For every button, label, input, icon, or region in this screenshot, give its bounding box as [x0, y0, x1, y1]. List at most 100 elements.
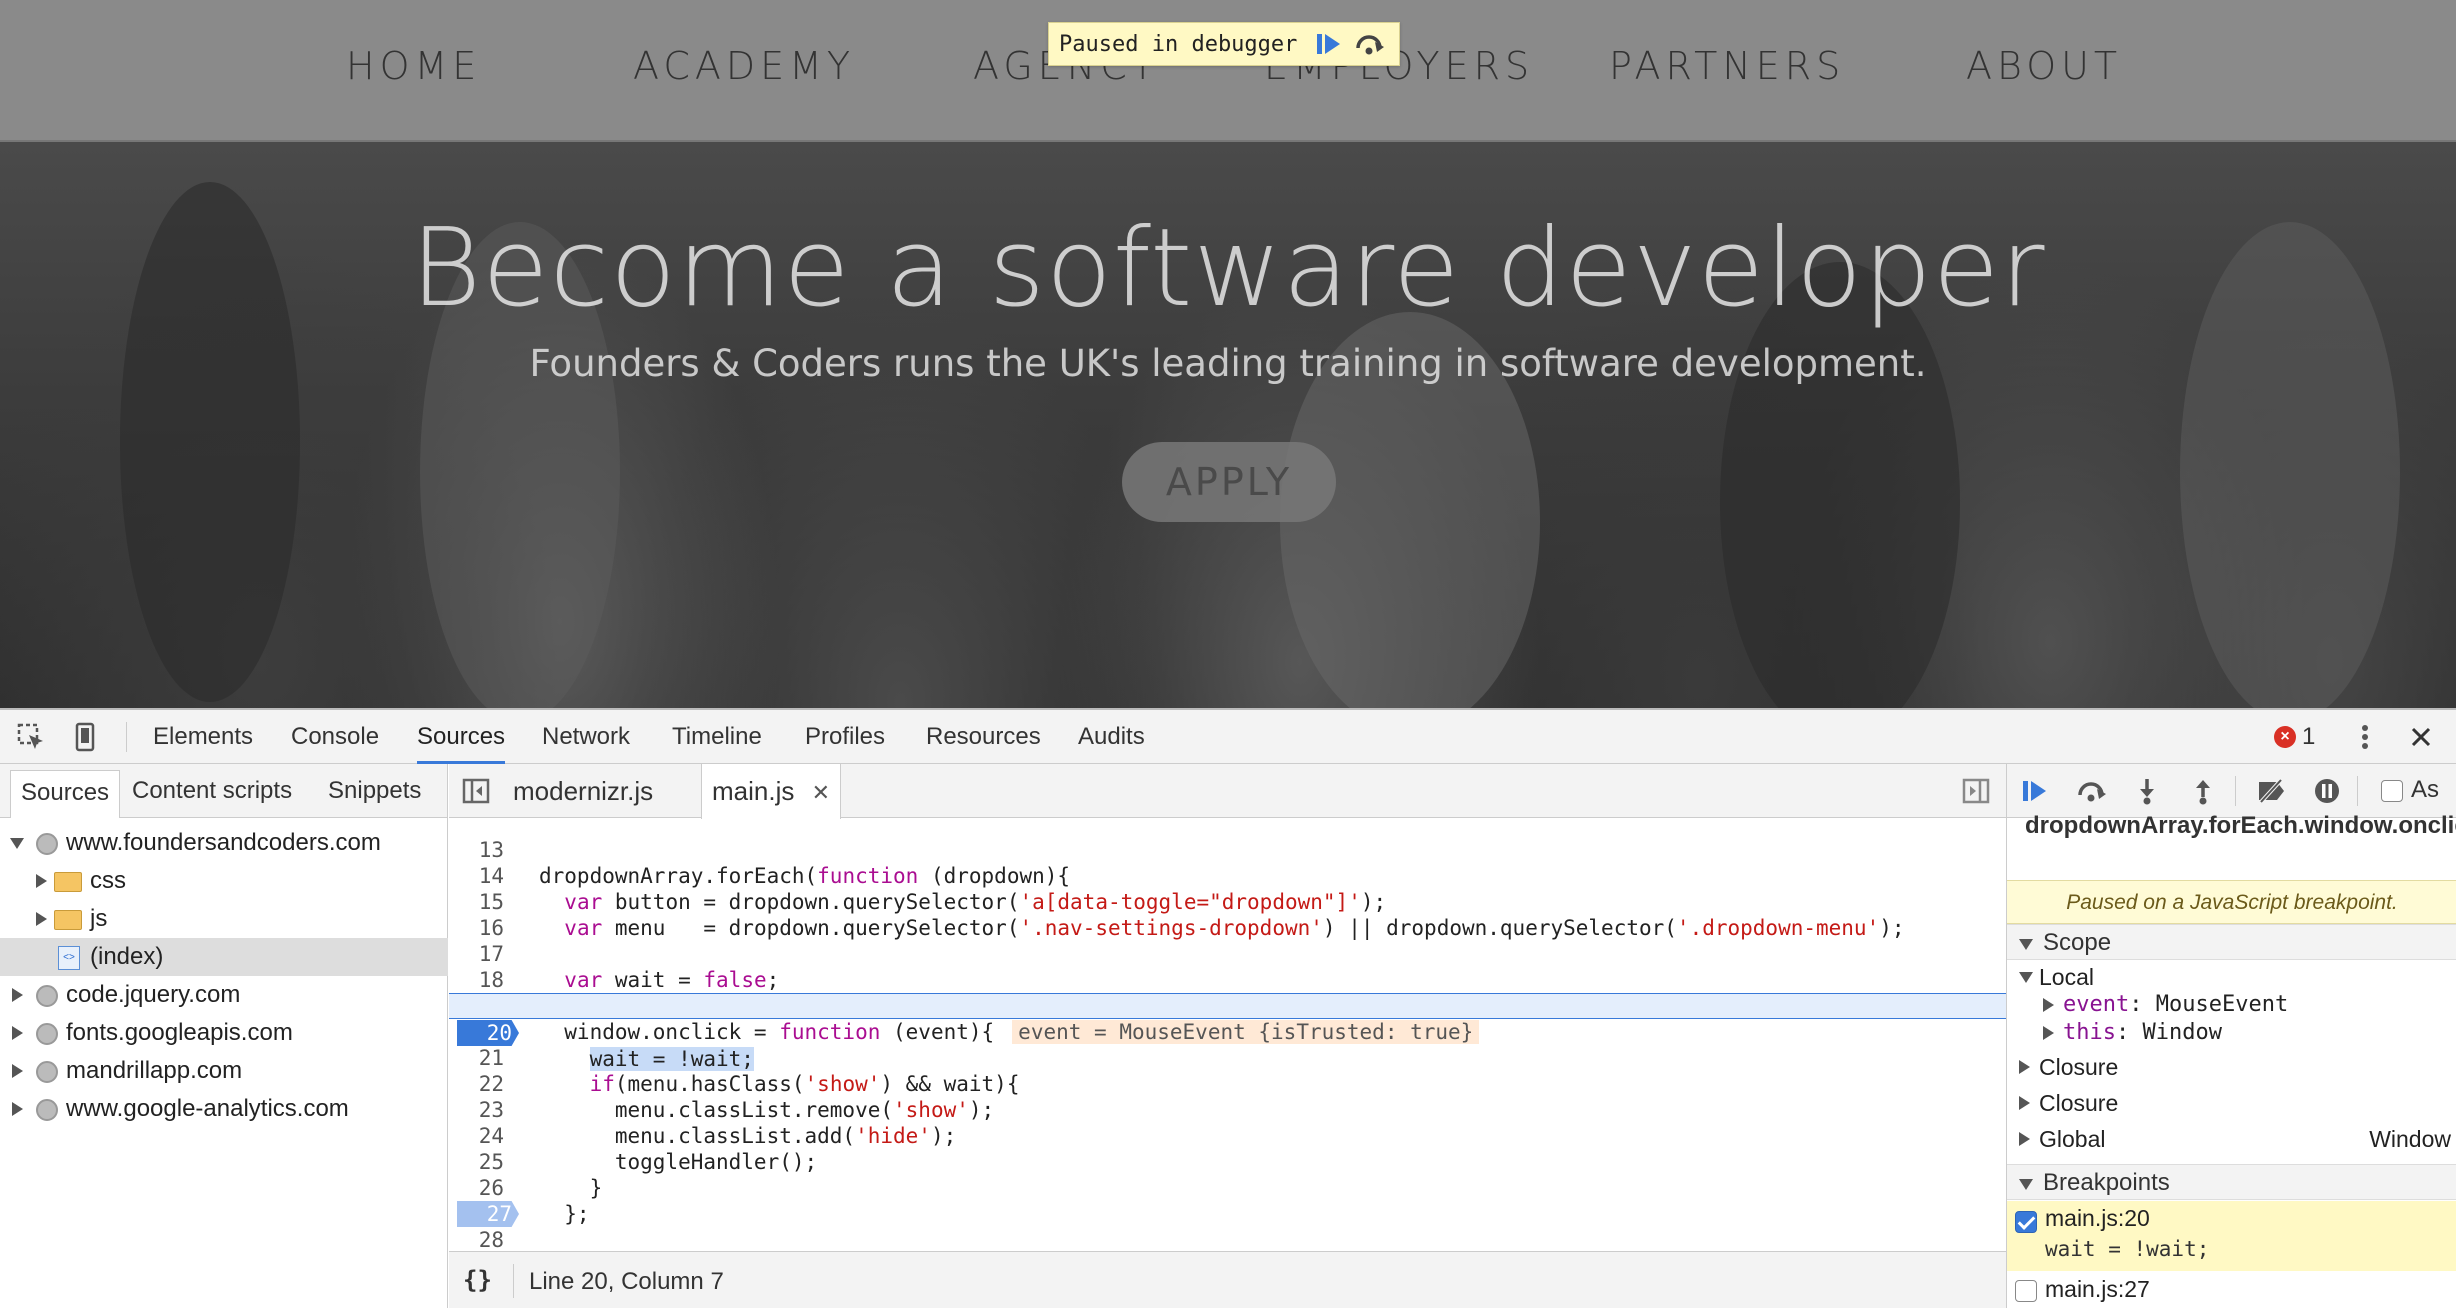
device-mode-icon[interactable]	[68, 720, 102, 754]
code-line: 14 var button = dropdown.querySelector('…	[449, 837, 2006, 914]
code-line: 13 dropdownArray.forEach(function (dropd…	[449, 819, 2006, 888]
navigator-tab-snippets[interactable]: Snippets	[318, 764, 431, 818]
hero-title: Become a software developer	[410, 206, 2046, 331]
code-line: 16	[449, 889, 2006, 940]
error-count: 1	[2302, 723, 2316, 750]
tab-network[interactable]: Network	[542, 710, 630, 764]
code-line: 25 }	[449, 1123, 2006, 1200]
navigator-tab-content-scripts[interactable]: Content scripts	[122, 764, 302, 818]
deactivate-breakpoints-icon[interactable]	[2253, 774, 2289, 808]
tree-item-google-analytics[interactable]: www.google-analytics.com	[0, 1090, 448, 1128]
error-counter[interactable]: × 1	[2274, 723, 2315, 751]
collapse-arrow-icon	[2019, 1060, 2030, 1074]
editor-tab-modernizr[interactable]: modernizr.js	[513, 764, 653, 818]
breakpoint-item[interactable]: main.js:27	[2007, 1274, 2456, 1304]
prop-name: event	[2063, 992, 2130, 1017]
step-over-icon[interactable]	[2073, 774, 2109, 808]
step-over-icon[interactable]	[1349, 26, 1389, 62]
source-editor: modernizr.js main.js ✕ 13 dropdownArray.…	[449, 764, 2006, 1308]
tab-sources[interactable]: Sources	[417, 710, 506, 764]
tree-item-mandrillapp[interactable]: mandrillapp.com	[0, 1052, 448, 1090]
tab-resources[interactable]: Resources	[926, 710, 1041, 764]
expand-arrow-icon	[2019, 1179, 2033, 1190]
scope-prop-this[interactable]: this: Window	[2007, 1018, 2456, 1048]
tree-item-js[interactable]: js	[0, 900, 448, 938]
call-stack-frame[interactable]: dropdownArray.forEach.window.onclick	[2025, 810, 2456, 842]
scope-closure[interactable]: Closure	[2007, 1052, 2456, 1082]
editor-tab-main-js[interactable]: main.js ✕	[701, 764, 842, 819]
close-devtools-icon[interactable]	[2404, 720, 2438, 754]
breakpoint-checkbox[interactable]	[2015, 1280, 2037, 1302]
tree-item-googleapis[interactable]: fonts.googleapis.com	[0, 1014, 448, 1052]
toolbar-divider	[126, 722, 127, 752]
breakpoint-code: wait = !wait;	[2045, 1237, 2210, 1261]
tree-item-label: fonts.googleapis.com	[66, 1019, 293, 1046]
nav-about[interactable]: ABOUT	[1966, 44, 2122, 88]
breakpoint-checkbox[interactable]	[2015, 1211, 2037, 1233]
editor-status-bar: {} Line 20, Column 7	[449, 1251, 2006, 1308]
nav-partners[interactable]: PARTNERS	[1609, 44, 1845, 88]
breakpoint-item-active[interactable]: main.js:20 wait = !wait;	[2007, 1201, 2456, 1271]
code-line: 23 menu.classList.add('hide');	[449, 1071, 2006, 1148]
collapse-arrow-icon	[12, 988, 23, 1002]
nav-academy[interactable]: ACADEMY	[633, 44, 855, 88]
scope-section-header[interactable]: Scope	[2007, 924, 2456, 960]
collapse-arrow-icon	[36, 874, 47, 888]
code-line: 17 var wait = false;	[449, 915, 2006, 992]
scope-prop-event[interactable]: event: MouseEvent	[2007, 990, 2456, 1020]
close-tab-icon[interactable]: ✕	[812, 780, 830, 805]
tree-item-jquery[interactable]: code.jquery.com	[0, 976, 448, 1014]
collapse-arrow-icon	[2043, 1026, 2054, 1040]
code-line: 24 toggleHandler();	[449, 1097, 2006, 1174]
debug-banner-text: Paused in debugger	[1059, 31, 1298, 57]
tab-console[interactable]: Console	[291, 710, 379, 764]
step-out-icon[interactable]	[2185, 774, 2221, 808]
toggle-debugger-icon[interactable]	[1959, 774, 1993, 808]
scope-closure-label: Closure	[2039, 1054, 2119, 1080]
toggle-navigator-icon[interactable]	[459, 774, 493, 808]
code-line: 29 wait = true;	[449, 1227, 2006, 1251]
breakpoints-section-header[interactable]: Breakpoints	[2007, 1164, 2456, 1200]
code-area[interactable]: 13 dropdownArray.forEach(function (dropd…	[449, 819, 2006, 1251]
tree-item-label: code.jquery.com	[66, 981, 241, 1008]
step-into-icon[interactable]	[2129, 774, 2165, 808]
domain-globe-icon	[36, 1061, 58, 1083]
hero-subtitle: Founders & Coders runs the UK's leading …	[529, 342, 1927, 385]
code-line: 22 menu.classList.remove('show');	[449, 1045, 2006, 1122]
navigator-tab-sources[interactable]: Sources	[10, 770, 121, 818]
tab-timeline[interactable]: Timeline	[672, 710, 762, 764]
collapse-arrow-icon	[2019, 1096, 2030, 1110]
folder-icon	[54, 910, 82, 930]
paused-in-debugger-banner: Paused in debugger	[1048, 22, 1401, 66]
collapse-arrow-icon	[2019, 1132, 2030, 1146]
async-checkbox[interactable]	[2381, 780, 2403, 802]
tree-item-css[interactable]: css	[0, 862, 448, 900]
tab-elements[interactable]: Elements	[153, 710, 253, 764]
domain-globe-icon	[36, 1099, 58, 1121]
current-execution-line: 20 wait = !wait;	[449, 993, 2006, 1071]
editor-tab-label: main.js	[712, 776, 795, 806]
pretty-print-button[interactable]: {}	[463, 1266, 492, 1294]
collapse-arrow-icon	[36, 912, 47, 926]
navigator-tabs: Sources Content scripts Snippets	[0, 764, 447, 818]
tab-profiles[interactable]: Profiles	[805, 710, 885, 764]
resume-icon[interactable]	[1309, 26, 1349, 62]
scope-global-value: Window	[2369, 1126, 2451, 1152]
tab-audits[interactable]: Audits	[1078, 710, 1145, 764]
nav-home[interactable]: HOME	[346, 44, 481, 88]
tree-item-index[interactable]: <> (index)	[0, 938, 448, 976]
scope-local[interactable]: Local	[2007, 962, 2456, 992]
pause-on-exceptions-icon[interactable]	[2309, 774, 2345, 808]
scope-closure[interactable]: Closure	[2007, 1088, 2456, 1118]
more-options-icon[interactable]	[2348, 720, 2382, 754]
folder-icon	[54, 872, 82, 892]
scope-global[interactable]: Global Window	[2007, 1124, 2456, 1154]
resume-icon[interactable]	[2017, 774, 2053, 808]
scope-prop: event: MouseEvent	[2063, 992, 2289, 1017]
scope-local-label: Local	[2039, 964, 2094, 990]
tree-item-foundersandcoders[interactable]: www.foundersandcoders.com	[0, 824, 448, 862]
inspect-element-icon[interactable]	[14, 720, 48, 754]
domain-globe-icon	[36, 833, 58, 855]
collapse-arrow-icon	[12, 1102, 23, 1116]
apply-button[interactable]: APPLY	[1122, 442, 1336, 522]
